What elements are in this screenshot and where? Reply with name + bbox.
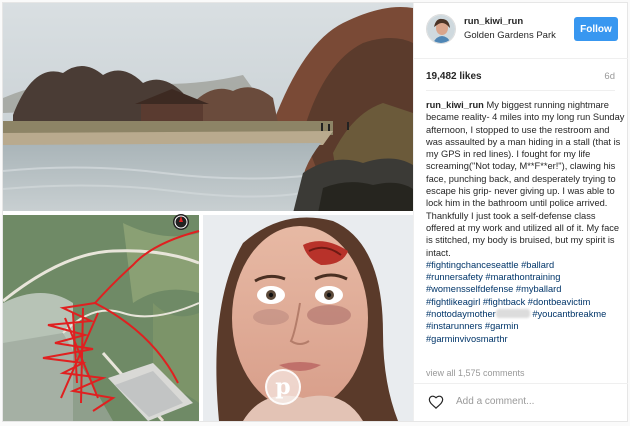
divider: [426, 90, 615, 91]
hashtag-line[interactable]: #garminvivosmarthr: [426, 333, 626, 345]
instagram-post: p run_kiwi_run Golden Gardens Park Follo…: [2, 2, 628, 422]
likes-count[interactable]: 19,482 likes: [426, 71, 482, 82]
username-link[interactable]: run_kiwi_run: [464, 16, 523, 27]
comment-input[interactable]: [456, 396, 616, 407]
hashtag-line[interactable]: #instarunners #garmin: [426, 320, 626, 332]
photo-collage: [3, 3, 413, 421]
hashtag-line[interactable]: #womensselfdefense #myballard: [426, 283, 626, 295]
location-link[interactable]: Golden Gardens Park: [464, 30, 556, 41]
heart-icon[interactable]: [428, 394, 444, 414]
hashtag-line[interactable]: #fightingchanceseattle #ballard: [426, 259, 626, 271]
pinterest-icon[interactable]: p: [265, 369, 301, 405]
view-all-comments-link[interactable]: view all 1,575 comments: [426, 368, 525, 378]
caption-text: My biggest running nightmare became real…: [426, 100, 625, 258]
gps-map: [3, 214, 200, 421]
blurred-word: [495, 309, 530, 319]
hashtag[interactable]: #nottodaymother: [426, 309, 496, 319]
time-ago[interactable]: 6d: [604, 71, 615, 82]
hashtag-line[interactable]: #runnersafety #marathontraining: [426, 271, 626, 283]
comment-bar: [414, 383, 628, 421]
post-photo[interactable]: p: [3, 3, 413, 421]
hashtag[interactable]: #youcantbreakme: [530, 309, 606, 319]
hashtag-line: #nottodaymother #youcantbreakme: [426, 308, 626, 320]
caption-username[interactable]: run_kiwi_run: [426, 100, 484, 110]
hashtag-line[interactable]: #fightlikeagirl #fightback #dontbeavicti…: [426, 296, 626, 308]
follow-button[interactable]: Follow: [574, 17, 618, 41]
selfie-photo: [203, 215, 413, 421]
post-frame: p run_kiwi_run Golden Gardens Park Follo…: [0, 0, 630, 426]
caption: run_kiwi_run My biggest running nightmar…: [426, 99, 626, 345]
compass-icon: [173, 214, 189, 230]
hashtags: #fightingchanceseattle #ballard #runners…: [426, 259, 626, 345]
post-sidebar: run_kiwi_run Golden Gardens Park Follow …: [413, 3, 628, 421]
beach-photo: [3, 3, 413, 213]
avatar[interactable]: [426, 14, 456, 44]
post-header: run_kiwi_run Golden Gardens Park Follow: [414, 3, 628, 59]
